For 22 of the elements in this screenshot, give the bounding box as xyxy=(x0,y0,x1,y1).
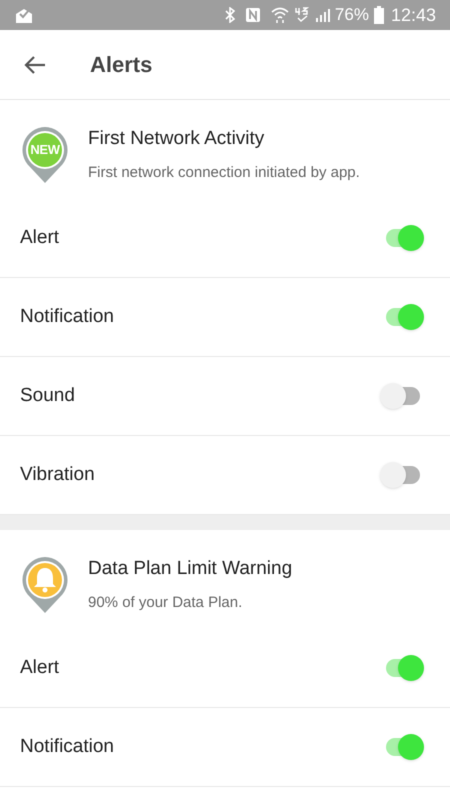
setting-label: Notification xyxy=(20,304,114,329)
clock: 12:43 xyxy=(390,4,436,26)
battery-icon xyxy=(374,6,384,24)
setting-label: Notification xyxy=(20,734,114,759)
alert-description: First network connection initiated by app. xyxy=(88,162,360,182)
battery-percentage: 76% xyxy=(334,4,369,26)
setting-label: Vibration xyxy=(20,462,95,487)
alert-title: First Network Activity xyxy=(88,127,266,151)
setting-label: Sound xyxy=(20,384,75,408)
alert-description: 90% of your Data Plan. xyxy=(88,592,244,612)
network-icon xyxy=(294,7,309,23)
setting-label: Alert xyxy=(20,656,60,680)
bluetooth-icon xyxy=(224,7,235,23)
signal-icon xyxy=(314,8,331,22)
back-arrow-icon xyxy=(24,54,46,74)
nfc-icon xyxy=(244,7,261,23)
page-title: Alerts xyxy=(90,51,152,79)
setting-label: Alert xyxy=(20,226,60,250)
alert-title: Data Plan Limit Warning xyxy=(88,557,292,581)
badge-label: NEW xyxy=(29,140,61,158)
mail-icon xyxy=(14,6,34,24)
wifi-icon xyxy=(270,7,289,23)
